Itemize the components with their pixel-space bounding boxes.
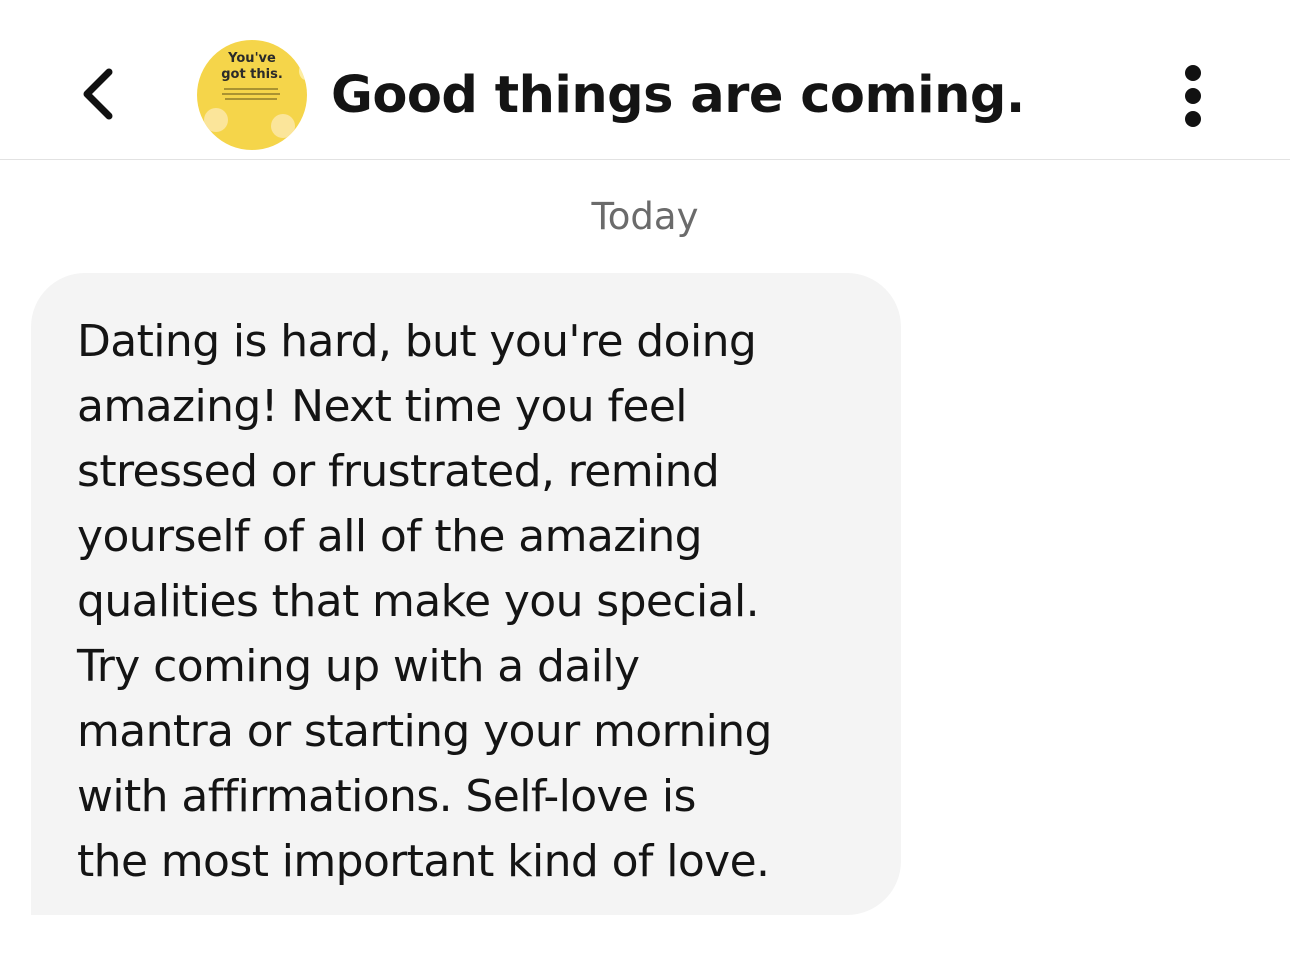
back-button[interactable] (62, 58, 132, 130)
avatar-title: You've got this. (221, 51, 283, 82)
avatar[interactable]: You've got this. (197, 40, 307, 150)
message-text: Dating is hard, but you're doing amazing… (77, 316, 772, 887)
avatar-decoration (224, 88, 278, 90)
avatar-decoration (222, 93, 280, 95)
message-bubble[interactable]: Dating is hard, but you're doing amazing… (31, 273, 901, 915)
chat-header: You've got this. Good things are coming. (0, 0, 1290, 160)
avatar-decoration (225, 98, 277, 100)
avatar-decoration (271, 114, 295, 138)
more-options-button[interactable] (1163, 58, 1223, 134)
chevron-left-icon (83, 68, 113, 120)
avatar-decoration (204, 108, 228, 132)
vertical-ellipsis-icon (1185, 65, 1201, 127)
chat-title: Good things are coming. (331, 66, 1025, 125)
date-separator: Today (591, 195, 699, 238)
